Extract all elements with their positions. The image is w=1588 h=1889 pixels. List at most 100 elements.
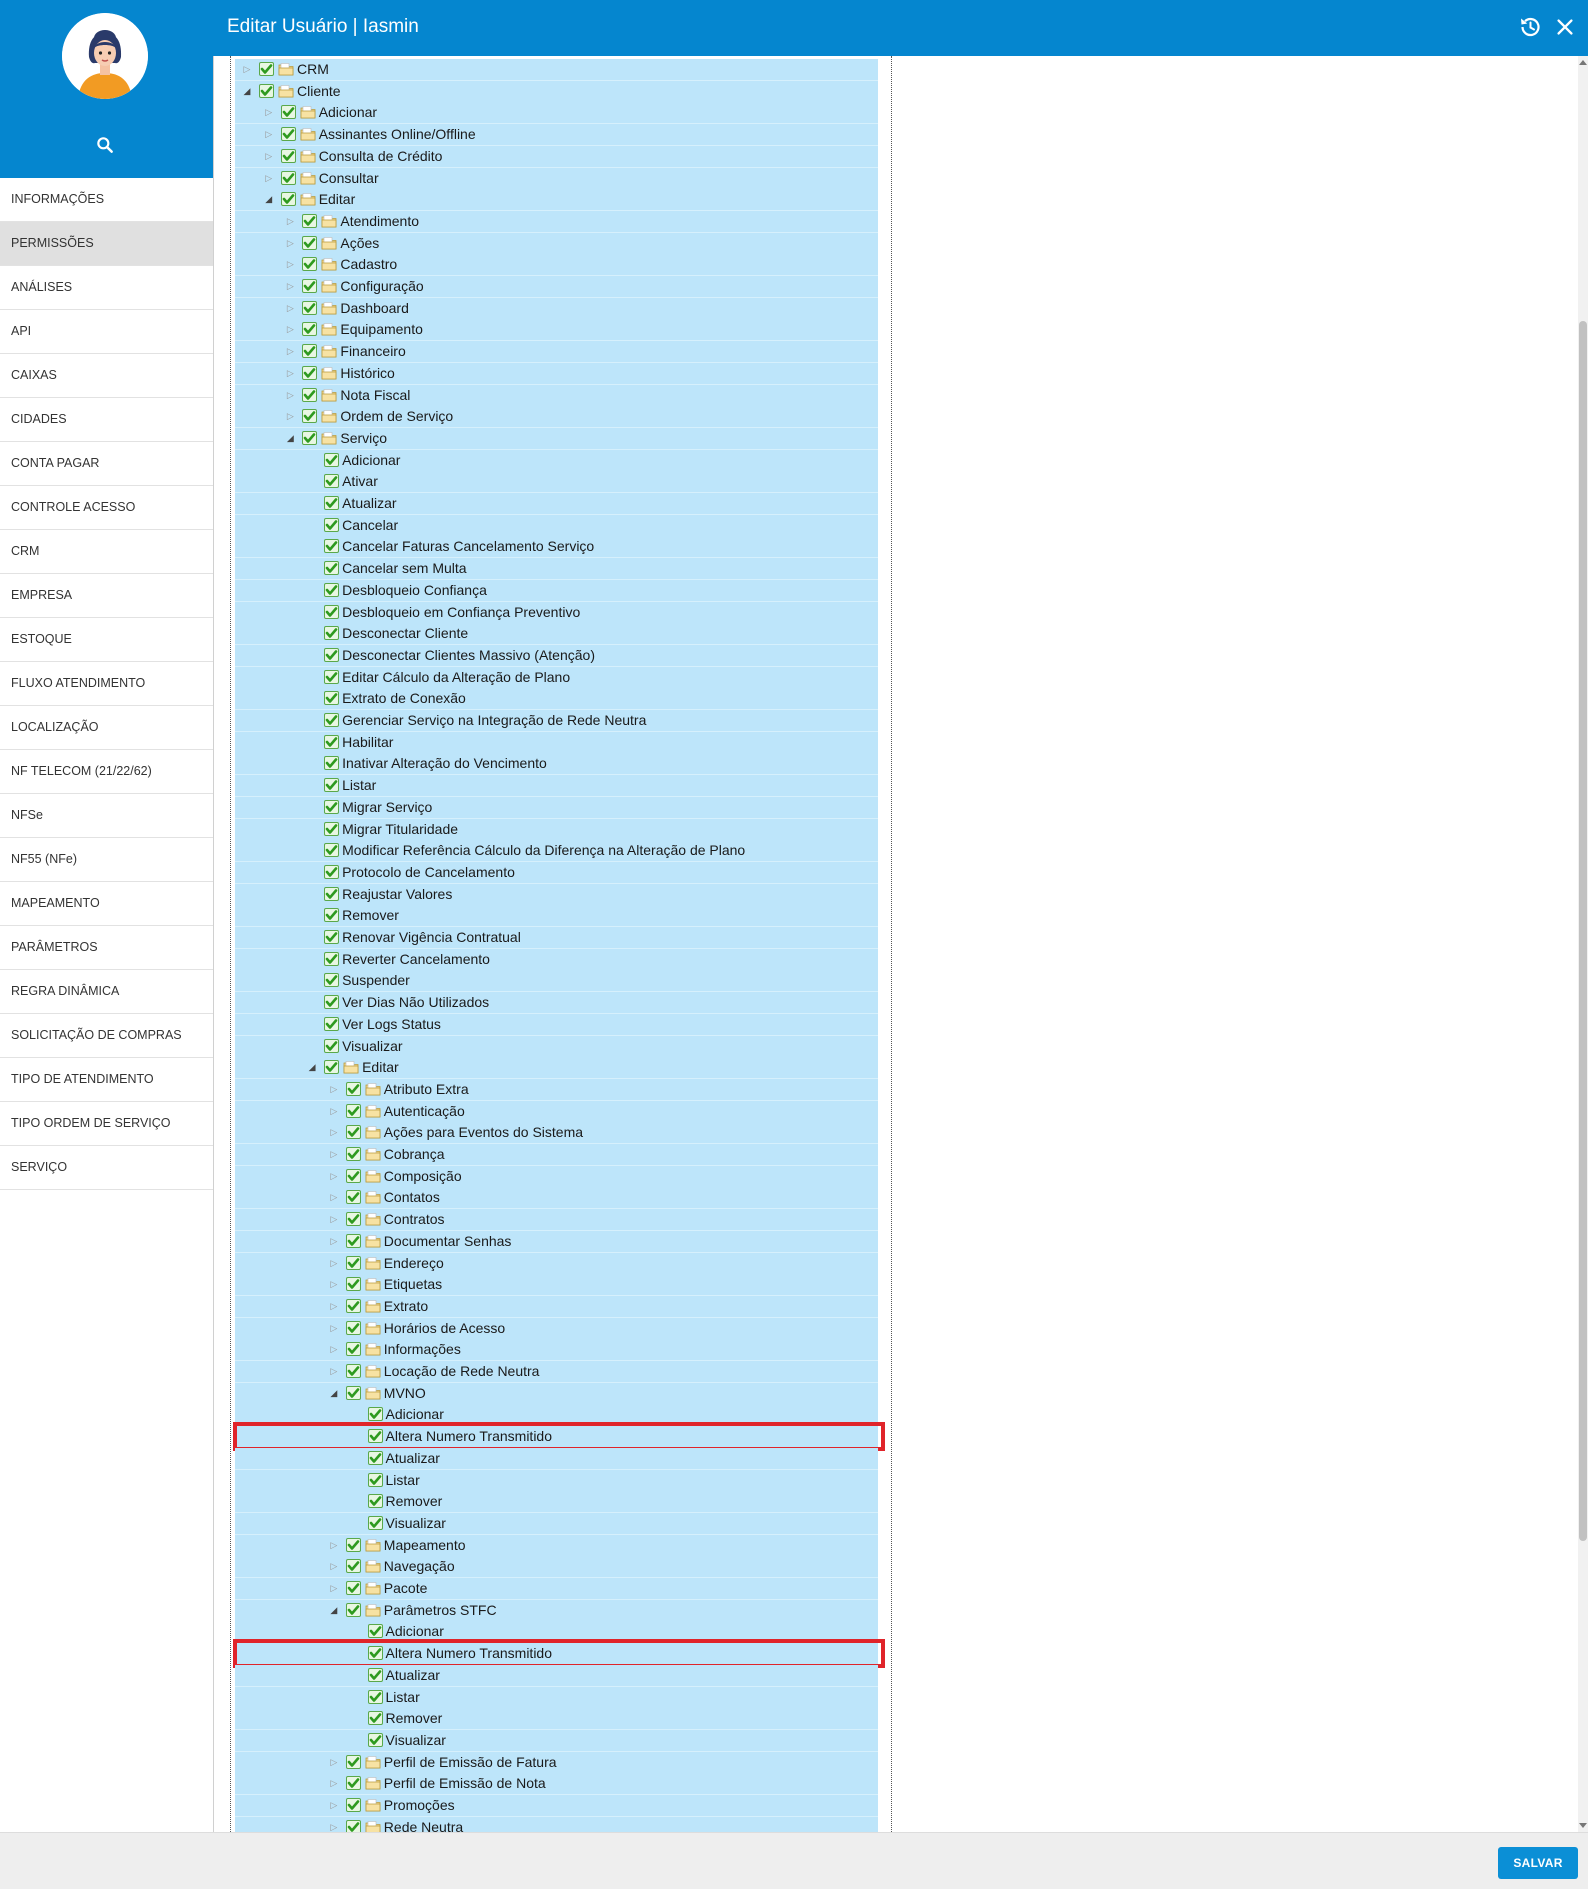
checkbox-checked-icon[interactable] [345, 1776, 361, 1791]
tree-node-label[interactable]: Adicionar [342, 452, 400, 469]
expand-arrow-icon[interactable]: ▷ [243, 64, 251, 74]
save-button[interactable]: SALVAR [1498, 1847, 1578, 1879]
checkbox-checked-icon[interactable] [367, 1646, 383, 1661]
tree-row[interactable]: ▷ Contatos [235, 1187, 878, 1210]
tree-row[interactable]: Reverter Cancelamento [235, 948, 878, 971]
tree-row[interactable]: ◢ Editar [235, 1057, 878, 1080]
checkbox-checked-icon[interactable] [324, 821, 340, 836]
tree-row[interactable]: ▷ Consulta de Crédito [235, 145, 878, 168]
checkbox-checked-icon[interactable] [324, 734, 340, 749]
tree-node-label[interactable]: Serviço [340, 430, 387, 447]
tree-node-label[interactable]: Reverter Cancelamento [342, 951, 490, 968]
sidebar-item[interactable]: CIDADES [0, 398, 213, 442]
checkbox-checked-icon[interactable] [345, 1103, 361, 1118]
checkbox-checked-icon[interactable] [324, 691, 340, 706]
checkbox-checked-icon[interactable] [367, 1689, 383, 1704]
tree-row[interactable]: Altera Numero Transmitido [235, 1643, 878, 1666]
checkbox-checked-icon[interactable] [324, 626, 340, 641]
expand-arrow-icon[interactable]: ▷ [286, 259, 294, 269]
expand-arrow-icon[interactable]: ▷ [286, 303, 294, 313]
expand-arrow-icon[interactable]: ▷ [330, 1236, 338, 1246]
sidebar-item[interactable]: REGRA DINÂMICA [0, 970, 213, 1014]
tree-node-label[interactable]: Visualizar [342, 1038, 402, 1055]
checkbox-checked-icon[interactable] [345, 1190, 361, 1205]
tree-row[interactable]: ◢ Parâmetros STFC [235, 1599, 878, 1622]
checkbox-checked-icon[interactable] [345, 1320, 361, 1335]
checkbox-checked-icon[interactable] [324, 452, 340, 467]
checkbox-checked-icon[interactable] [367, 1494, 383, 1509]
tree-row[interactable]: ▷ Nota Fiscal [235, 384, 878, 407]
sidebar-item[interactable]: ANÁLISES [0, 266, 213, 310]
checkbox-checked-icon[interactable] [324, 973, 340, 988]
checkbox-checked-icon[interactable] [324, 756, 340, 771]
tree-node-label[interactable]: Cancelar Faturas Cancelamento Serviço [342, 538, 594, 555]
checkbox-checked-icon[interactable] [367, 1732, 383, 1747]
checkbox-checked-icon[interactable] [324, 561, 340, 576]
expand-arrow-icon[interactable]: ▷ [330, 1561, 338, 1571]
tree-node-label[interactable]: Ações [340, 235, 379, 252]
sidebar-item[interactable]: CAIXAS [0, 354, 213, 398]
expand-arrow-icon[interactable]: ▷ [330, 1301, 338, 1311]
tree-node-label[interactable]: Cancelar sem Multa [342, 560, 467, 577]
tree-node-label[interactable]: Adicionar [386, 1623, 444, 1640]
tree-row[interactable]: Atualizar [235, 493, 878, 515]
tree-node-label[interactable]: Editar [362, 1059, 399, 1076]
tree-row[interactable]: Desbloqueio em Confiança Preventivo [235, 601, 878, 624]
tree-node-label[interactable]: Atendimento [340, 213, 419, 230]
sidebar-item[interactable]: LOCALIZAÇÃO [0, 706, 213, 750]
checkbox-checked-icon[interactable] [345, 1819, 361, 1832]
expand-arrow-icon[interactable]: ▷ [330, 1800, 338, 1810]
sidebar-item[interactable]: TIPO ORDEM DE SERVIÇO [0, 1102, 213, 1146]
tree-row[interactable]: ▷ Etiquetas [235, 1274, 878, 1297]
tree-row[interactable]: Remover [235, 1708, 878, 1731]
tree-node-label[interactable]: Altera Numero Transmitido [386, 1428, 553, 1445]
tree-node-label[interactable]: Endereço [384, 1255, 444, 1272]
checkbox-checked-icon[interactable] [345, 1342, 361, 1357]
checkbox-checked-icon[interactable] [324, 1038, 340, 1053]
checkbox-checked-icon[interactable] [345, 1081, 361, 1096]
collapse-arrow-icon[interactable]: ◢ [330, 1605, 338, 1615]
expand-arrow-icon[interactable]: ▷ [286, 411, 294, 421]
expand-arrow-icon[interactable]: ▷ [330, 1192, 338, 1202]
checkbox-checked-icon[interactable] [345, 1559, 361, 1574]
tree-node-label[interactable]: Inativar Alteração do Vencimento [342, 755, 547, 772]
tree-row[interactable]: ▷ Contratos [235, 1209, 878, 1232]
tree-node-label[interactable]: Desconectar Clientes Massivo (Atenção) [342, 647, 595, 664]
expand-arrow-icon[interactable]: ▷ [330, 1258, 338, 1268]
expand-arrow-icon[interactable]: ▷ [286, 346, 294, 356]
expand-arrow-icon[interactable]: ▷ [286, 238, 294, 248]
checkbox-checked-icon[interactable] [345, 1754, 361, 1769]
tree-node-label[interactable]: Perfil de Emissão de Fatura [384, 1754, 557, 1771]
tree-row[interactable]: Listar [235, 1686, 878, 1709]
tree-node-label[interactable]: Pacote [384, 1580, 428, 1597]
tree-row[interactable]: Ativar [235, 471, 878, 494]
tree-row[interactable]: Desconectar Clientes Massivo (Atenção) [235, 644, 878, 667]
checkbox-checked-icon[interactable] [367, 1472, 383, 1487]
checkbox-checked-icon[interactable] [345, 1602, 361, 1617]
sidebar-item[interactable]: ESTOQUE [0, 618, 213, 662]
tree-row[interactable]: ▷ Histórico [235, 362, 878, 385]
tree-node-label[interactable]: Informações [384, 1341, 461, 1358]
checkbox-checked-icon[interactable] [324, 713, 340, 727]
tree-row[interactable]: Adicionar [235, 1621, 878, 1644]
tree-row[interactable]: ▷ Adicionar [235, 102, 878, 125]
checkbox-checked-icon[interactable] [302, 300, 318, 315]
tree-row[interactable]: ▷ Configuração [235, 276, 878, 298]
checkbox-checked-icon[interactable] [345, 1147, 361, 1161]
tree-node-label[interactable]: Cadastro [340, 256, 397, 273]
tree-row[interactable]: ▷ Informações [235, 1339, 878, 1362]
tree-node-label[interactable]: Editar [319, 191, 356, 208]
tree-node-label[interactable]: Protocolo de Cancelamento [342, 864, 515, 881]
tree-row[interactable]: Remover [235, 1491, 878, 1514]
tree-node-label[interactable]: Editar Cálculo da Alteração de Plano [342, 669, 570, 686]
sidebar-item[interactable]: EMPRESA [0, 574, 213, 618]
tree-row[interactable]: ▷ Ações para Eventos do Sistema [235, 1122, 878, 1145]
page-scrollbar[interactable] [1578, 56, 1588, 1832]
checkbox-checked-icon[interactable] [345, 1277, 361, 1292]
tree-row[interactable]: Extrato de Conexão [235, 688, 878, 711]
tree-node-label[interactable]: Migrar Titularidade [342, 821, 458, 838]
tree-node-label[interactable]: Migrar Serviço [342, 799, 432, 816]
checkbox-checked-icon[interactable] [367, 1711, 383, 1726]
expand-arrow-icon[interactable]: ▷ [330, 1540, 338, 1550]
checkbox-checked-icon[interactable] [367, 1515, 383, 1530]
